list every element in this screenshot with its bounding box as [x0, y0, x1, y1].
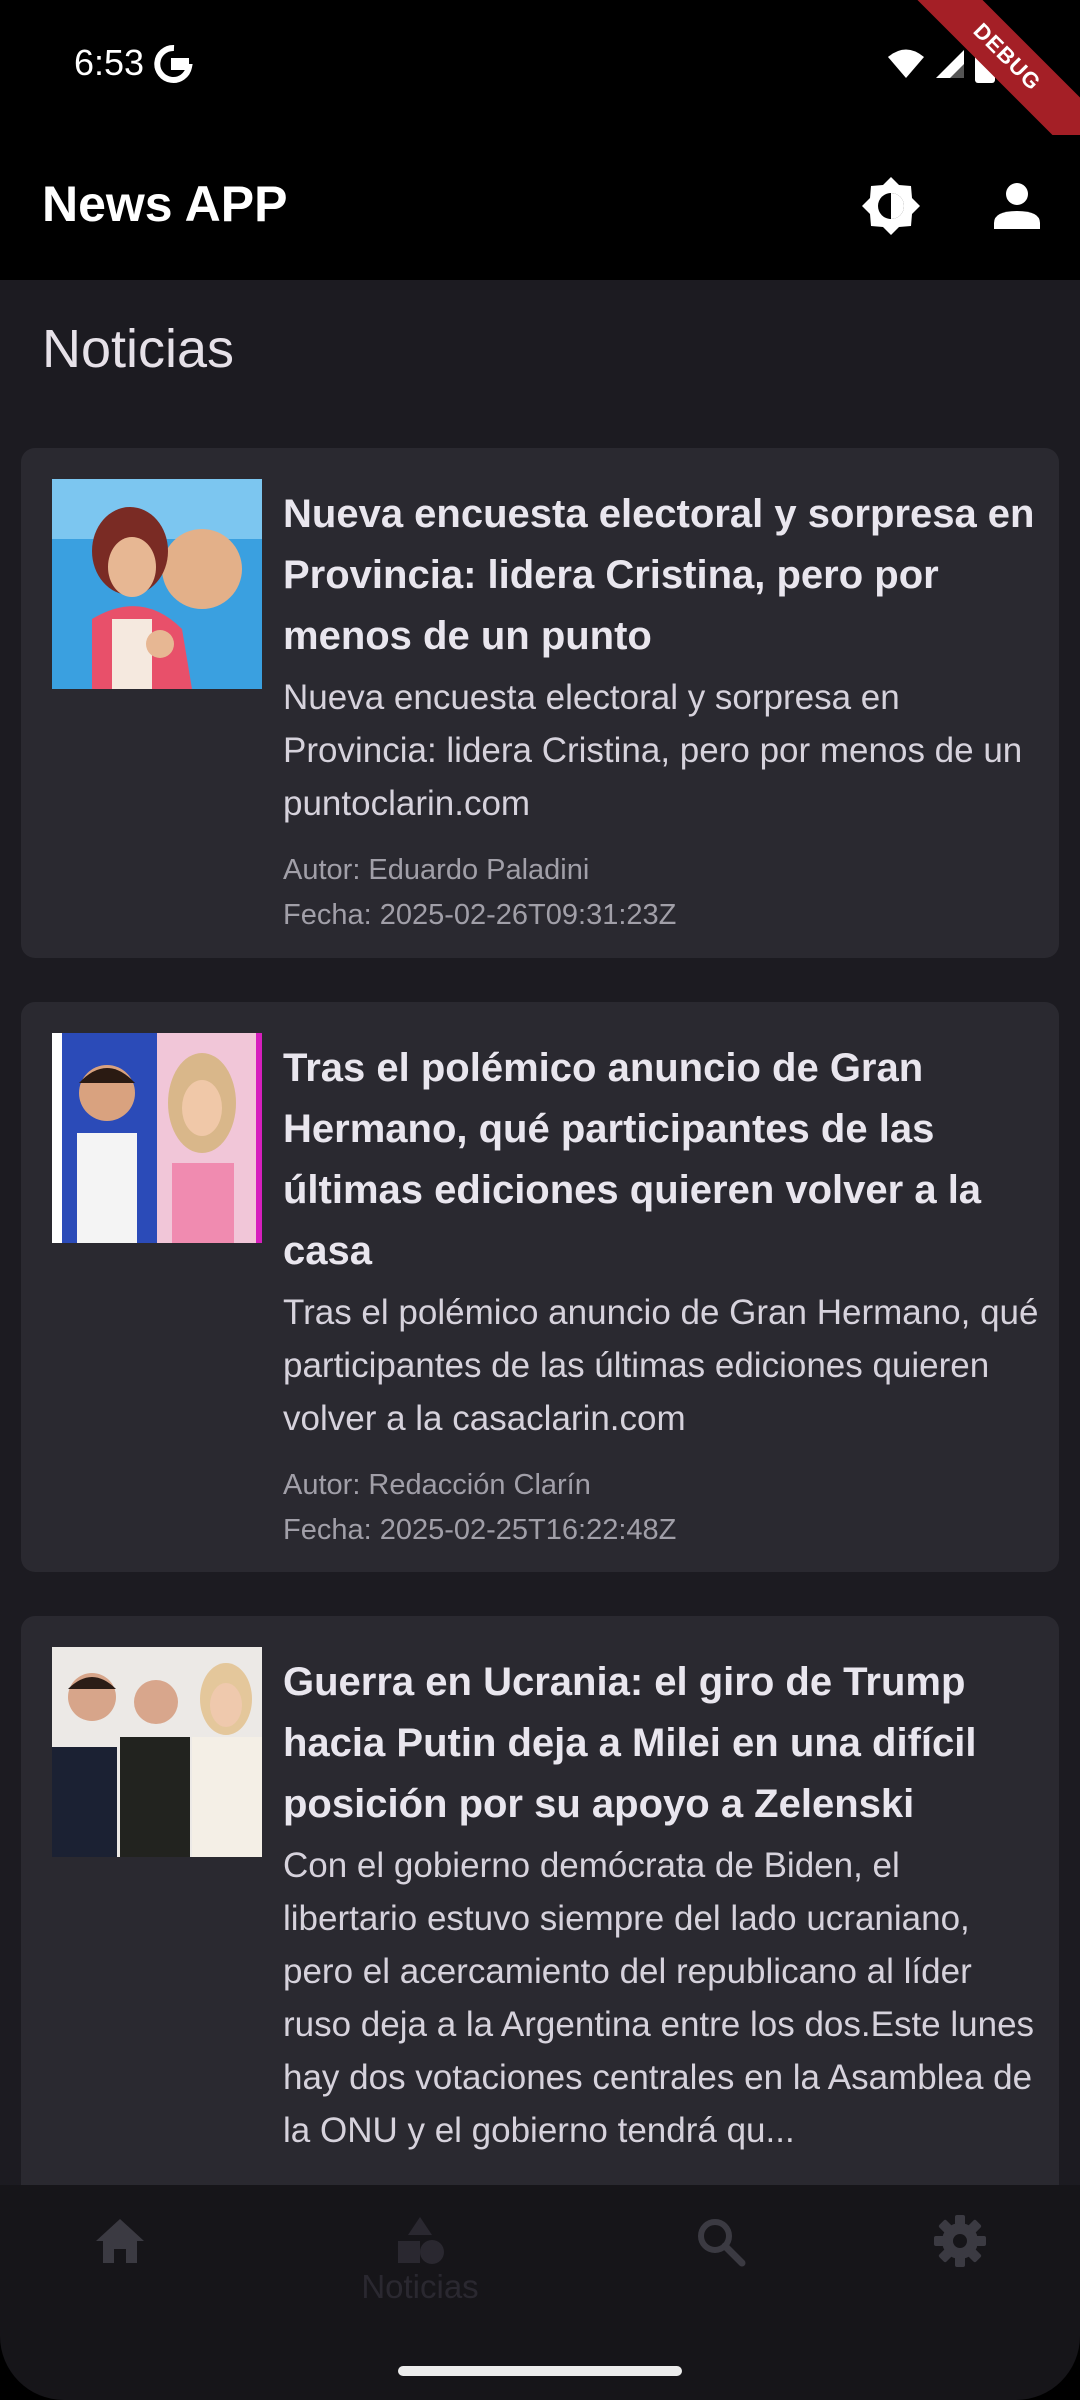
theme-toggle-button[interactable]: [852, 169, 930, 247]
news-card[interactable]: Nueva encuesta electoral y sorpresa en P…: [21, 448, 1059, 958]
home-indicator[interactable]: [398, 2366, 682, 2376]
person-icon: [992, 181, 1042, 236]
google-icon: [154, 44, 194, 84]
article-title: Tras el polémico anuncio de Gran Hermano…: [283, 1046, 982, 1273]
nav-label: Noticias: [361, 2268, 479, 2305]
card-text: Nueva encuesta electoral y sorpresa en P…: [283, 484, 1043, 938]
article-thumbnail: [52, 1033, 262, 1243]
signal-icon: [934, 48, 966, 85]
article-title: Nueva encuesta electoral y sorpresa en P…: [283, 492, 1035, 658]
home-icon: [92, 2213, 148, 2274]
nav-item-search[interactable]: [640, 2213, 800, 2333]
card-text: Guerra en Ucrania: el giro de Trump haci…: [283, 1652, 1043, 2175]
article-thumbnail: [52, 1647, 262, 1857]
status-time: 6:53: [74, 42, 145, 83]
app-title: News APP: [42, 176, 288, 232]
settings-icon: [932, 2213, 988, 2274]
article-author: Autor: Eduardo Paladini: [283, 854, 590, 886]
article-thumbnail: [52, 479, 262, 689]
news-list[interactable]: Noticias Nueva encuesta electoral y sorp…: [0, 280, 1080, 2185]
card-text: Tras el polémico anuncio de Gran Hermano…: [283, 1038, 1043, 1553]
section-title: Noticias: [42, 319, 235, 379]
article-description: Tras el polémico anuncio de Gran Hermano…: [283, 1293, 1039, 1438]
news-card[interactable]: Guerra en Ucrania: el giro de Trump haci…: [21, 1616, 1059, 2185]
article-title: Guerra en Ucrania: el giro de Trump haci…: [283, 1660, 977, 1826]
nav-item-home[interactable]: [40, 2213, 200, 2333]
news-card[interactable]: Tras el polémico anuncio de Gran Hermano…: [21, 1002, 1059, 1572]
status-bar: 6:53 DEBUG: [0, 0, 1080, 162]
article-description: Nueva encuesta electoral y sorpresa en P…: [283, 678, 1023, 823]
article-description: Con el gobierno demócrata de Biden, el l…: [283, 1846, 1035, 2150]
article-date: Fecha: 2025-02-25T16:22:48Z: [283, 1514, 677, 1546]
article-author: Autor: Redacción Clarín: [283, 1469, 591, 1501]
nav-item-noticias[interactable]: Noticias: [340, 2213, 500, 2333]
app-bar: News APP: [0, 135, 1080, 280]
article-date: Fecha: 2025-02-26T09:31:23Z: [283, 899, 677, 931]
shapes-icon: [392, 2213, 448, 2274]
profile-button[interactable]: [978, 169, 1056, 247]
search-icon: [692, 2213, 748, 2274]
wifi-icon: [886, 48, 926, 85]
nav-item-settings[interactable]: [880, 2213, 1040, 2333]
brightness-icon: [860, 175, 922, 242]
